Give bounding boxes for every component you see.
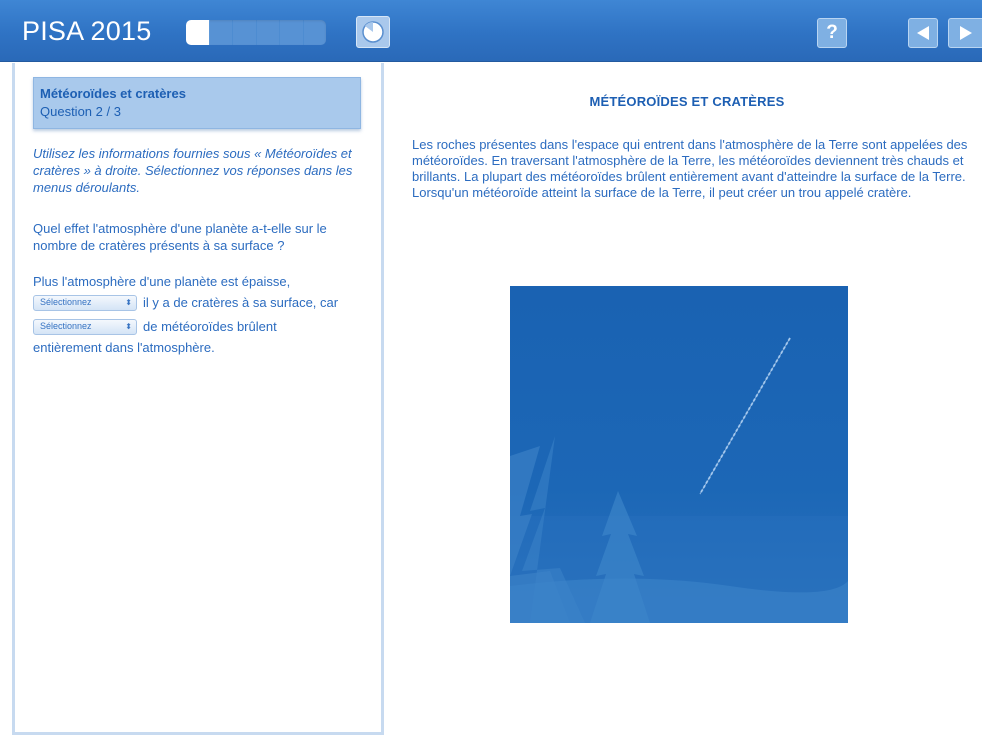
progress-segment xyxy=(256,20,280,45)
progress-segment xyxy=(303,20,326,45)
next-button[interactable] xyxy=(948,18,982,48)
arrow-left-icon xyxy=(917,26,929,40)
dropdown-select-1[interactable]: Sélectionnez ⬍ xyxy=(33,294,137,311)
question-number: Question 2 / 3 xyxy=(40,104,121,119)
unit-title: Météoroïdes et cratères xyxy=(40,86,186,101)
progress-segment xyxy=(280,20,304,45)
answer-middle-text: il y a de cratères à sa surface, car xyxy=(143,295,339,310)
question-text: Quel effet l'atmosphère d'une planète a-… xyxy=(33,221,327,253)
meteor-scene-illustration xyxy=(510,286,848,623)
instructions: Utilisez les informations fournies sous … xyxy=(33,146,353,195)
answer-line-1: Sélectionnez ⬍ il y a de cratères à sa s… xyxy=(33,292,373,313)
dropdown-arrows-icon: ⬍ xyxy=(125,322,132,331)
timer-icon xyxy=(362,21,384,43)
top-bar: PISA 2015 ? xyxy=(0,0,982,62)
progress-bar xyxy=(186,20,326,45)
answer-end-text: entièrement dans l'atmosphère. xyxy=(33,340,215,355)
answer-intro: Plus l'atmosphère d'une planète est épai… xyxy=(33,274,291,289)
app-title: PISA 2015 xyxy=(22,16,152,46)
dropdown-select-2[interactable]: Sélectionnez ⬍ xyxy=(33,318,137,335)
timer-button[interactable] xyxy=(356,16,390,48)
progress-segment xyxy=(186,20,210,45)
stimulus-title: MÉTÉOROÏDES ET CRATÈRES xyxy=(589,94,785,109)
arrow-right-icon xyxy=(959,26,972,40)
dropdown-arrows-icon: ⬍ xyxy=(125,298,132,307)
previous-button[interactable] xyxy=(908,18,938,48)
stimulus-panel: MÉTÉOROÏDES ET CRATÈRES Les roches prése… xyxy=(392,63,982,735)
answer-line-2: Sélectionnez ⬍ de météoroïdes brûlent xyxy=(33,316,373,337)
answer-after-text: de météoroïdes brûlent xyxy=(143,319,277,334)
answer-area: Plus l'atmosphère d'une planète est épai… xyxy=(33,271,373,358)
stimulus-text: Les roches présentes dans l'espace qui e… xyxy=(412,137,968,200)
progress-segment xyxy=(233,20,257,45)
help-button[interactable]: ? xyxy=(817,18,847,48)
dropdown-select-2-value: Sélectionnez xyxy=(40,321,92,331)
question-header: Météoroïdes et cratères Question 2 / 3 xyxy=(33,77,361,129)
meteor-image xyxy=(510,286,848,623)
dropdown-select-1-value: Sélectionnez xyxy=(40,297,92,307)
question-panel: Météoroïdes et cratères Question 2 / 3 U… xyxy=(12,63,384,735)
progress-segment xyxy=(209,20,233,45)
